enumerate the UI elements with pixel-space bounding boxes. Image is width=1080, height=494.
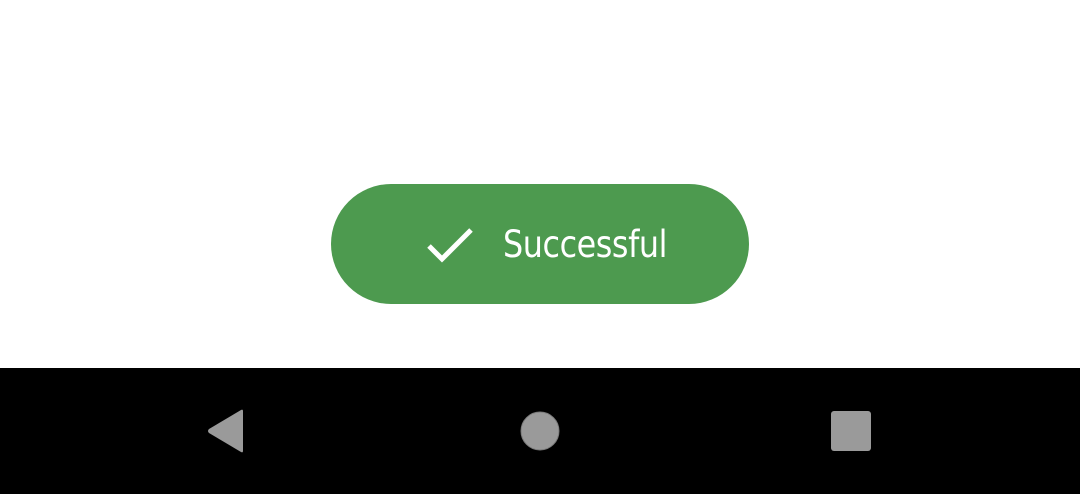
back-triangle-icon (208, 409, 243, 453)
checkmark-icon (427, 228, 473, 263)
toast-message: Successful (503, 222, 668, 266)
app-content: Successful (0, 0, 1080, 368)
screen: Successful (0, 0, 1080, 494)
home-circle-icon (520, 411, 560, 451)
navigation-bar (0, 368, 1080, 494)
success-toast: Successful (331, 184, 749, 304)
back-button[interactable] (166, 368, 286, 494)
home-button[interactable] (480, 368, 600, 494)
recents-square-icon (831, 411, 871, 451)
recents-button[interactable] (791, 368, 911, 494)
